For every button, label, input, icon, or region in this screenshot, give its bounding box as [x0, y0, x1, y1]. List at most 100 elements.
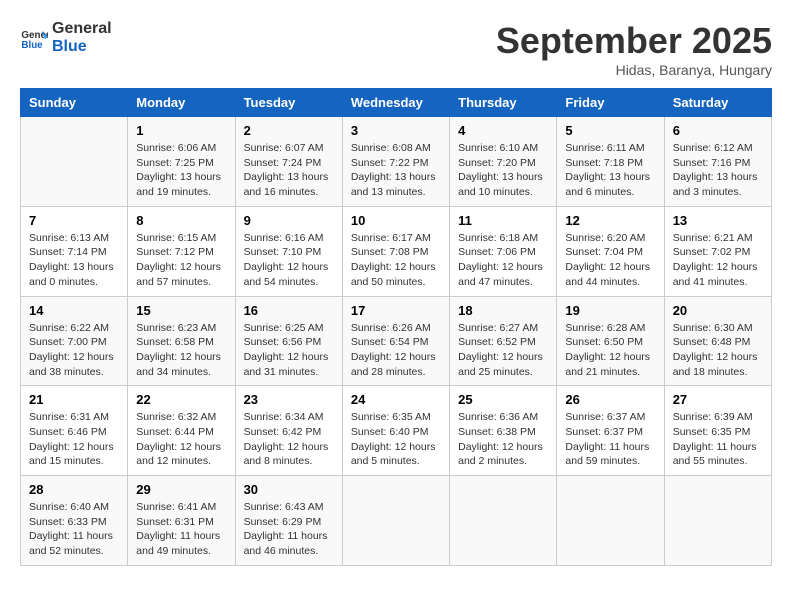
weekday-sunday: Sunday [21, 89, 128, 117]
day-info: Sunrise: 6:25 AMSunset: 6:56 PMDaylight:… [244, 321, 334, 380]
calendar-cell: 6 Sunrise: 6:12 AMSunset: 7:16 PMDaylight… [664, 117, 771, 207]
day-info: Sunrise: 6:28 AMSunset: 6:50 PMDaylight:… [565, 321, 655, 380]
weekday-wednesday: Wednesday [342, 89, 449, 117]
calendar-cell: 5 Sunrise: 6:11 AMSunset: 7:18 PMDaylight… [557, 117, 664, 207]
calendar-cell: 13Sunrise: 6:21 AMSunset: 7:02 PMDayligh… [664, 206, 771, 296]
day-number: 20 [673, 303, 763, 318]
day-info: Sunrise: 6:17 AMSunset: 7:08 PMDaylight:… [351, 231, 441, 290]
calendar-cell: 20Sunrise: 6:30 AMSunset: 6:48 PMDayligh… [664, 296, 771, 386]
day-number: 9 [244, 213, 334, 228]
day-info: Sunrise: 6:23 AMSunset: 6:58 PMDaylight:… [136, 321, 226, 380]
title-block: September 2025 Hidas, Baranya, Hungary [496, 20, 772, 78]
day-number: 26 [565, 392, 655, 407]
calendar-cell [342, 476, 449, 566]
day-info: Sunrise: 6:27 AMSunset: 6:52 PMDaylight:… [458, 321, 548, 380]
calendar-cell: 18 Sunrise: 6:27 AMSunset: 6:52 PMDayligh… [450, 296, 557, 386]
calendar-cell [557, 476, 664, 566]
calendar-cell: 2 Sunrise: 6:07 AMSunset: 7:24 PMDaylight… [235, 117, 342, 207]
day-number: 18 [458, 303, 548, 318]
calendar-cell: 14Sunrise: 6:22 AMSunset: 7:00 PMDayligh… [21, 296, 128, 386]
calendar-cell [450, 476, 557, 566]
location-subtitle: Hidas, Baranya, Hungary [496, 62, 772, 78]
day-number: 17 [351, 303, 441, 318]
day-info: Sunrise: 6:37 AMSunset: 6:37 PMDaylight:… [565, 410, 655, 469]
day-info: Sunrise: 6:20 AMSunset: 7:04 PMDaylight:… [565, 231, 655, 290]
day-info: Sunrise: 6:08 AMSunset: 7:22 PMDaylight:… [351, 141, 441, 200]
day-number: 28 [29, 482, 119, 497]
calendar-cell: 27Sunrise: 6:39 AMSunset: 6:35 PMDayligh… [664, 386, 771, 476]
calendar-cell: 10Sunrise: 6:17 AMSunset: 7:08 PMDayligh… [342, 206, 449, 296]
calendar-week-3: 14Sunrise: 6:22 AMSunset: 7:00 PMDayligh… [21, 296, 772, 386]
day-info: Sunrise: 6:18 AMSunset: 7:06 PMDaylight:… [458, 231, 548, 290]
calendar-cell: 11 Sunrise: 6:18 AMSunset: 7:06 PMDayligh… [450, 206, 557, 296]
day-number: 6 [673, 123, 763, 138]
day-info: Sunrise: 6:36 AMSunset: 6:38 PMDaylight:… [458, 410, 548, 469]
svg-text:Blue: Blue [21, 39, 43, 50]
calendar-table: SundayMondayTuesdayWednesdayThursdayFrid… [20, 88, 772, 566]
logo-general: General [52, 20, 112, 38]
day-number: 5 [565, 123, 655, 138]
calendar-cell: 16 Sunrise: 6:25 AMSunset: 6:56 PMDayligh… [235, 296, 342, 386]
day-number: 21 [29, 392, 119, 407]
weekday-friday: Friday [557, 89, 664, 117]
day-info: Sunrise: 6:34 AMSunset: 6:42 PMDaylight:… [244, 410, 334, 469]
calendar-cell [664, 476, 771, 566]
logo-icon: General Blue [20, 24, 48, 52]
day-info: Sunrise: 6:22 AMSunset: 7:00 PMDaylight:… [29, 321, 119, 380]
logo-blue: Blue [52, 38, 112, 56]
calendar-cell: 28Sunrise: 6:40 AMSunset: 6:33 PMDayligh… [21, 476, 128, 566]
day-number: 23 [244, 392, 334, 407]
day-number: 15 [136, 303, 226, 318]
page-header: General Blue General Blue September 2025… [20, 20, 772, 78]
day-info: Sunrise: 6:26 AMSunset: 6:54 PMDaylight:… [351, 321, 441, 380]
calendar-cell: 25 Sunrise: 6:36 AMSunset: 6:38 PMDayligh… [450, 386, 557, 476]
day-info: Sunrise: 6:41 AMSunset: 6:31 PMDaylight:… [136, 500, 226, 559]
calendar-cell: 7 Sunrise: 6:13 AMSunset: 7:14 PMDaylight… [21, 206, 128, 296]
calendar-cell: 17 Sunrise: 6:26 AMSunset: 6:54 PMDayligh… [342, 296, 449, 386]
day-number: 11 [458, 213, 548, 228]
calendar-cell: 29 Sunrise: 6:41 AMSunset: 6:31 PMDayligh… [128, 476, 235, 566]
day-info: Sunrise: 6:31 AMSunset: 6:46 PMDaylight:… [29, 410, 119, 469]
calendar-cell: 21 Sunrise: 6:31 AMSunset: 6:46 PMDayligh… [21, 386, 128, 476]
calendar-cell: 3 Sunrise: 6:08 AMSunset: 7:22 PMDaylight… [342, 117, 449, 207]
day-number: 8 [136, 213, 226, 228]
day-info: Sunrise: 6:06 AMSunset: 7:25 PMDaylight:… [136, 141, 226, 200]
day-info: Sunrise: 6:11 AMSunset: 7:18 PMDaylight:… [565, 141, 655, 200]
calendar-cell: 26 Sunrise: 6:37 AMSunset: 6:37 PMDayligh… [557, 386, 664, 476]
weekday-tuesday: Tuesday [235, 89, 342, 117]
calendar-week-1: 1Sunrise: 6:06 AMSunset: 7:25 PMDaylight… [21, 117, 772, 207]
day-number: 25 [458, 392, 548, 407]
weekday-monday: Monday [128, 89, 235, 117]
weekday-header-row: SundayMondayTuesdayWednesdayThursdayFrid… [21, 89, 772, 117]
day-number: 19 [565, 303, 655, 318]
month-title: September 2025 [496, 20, 772, 62]
calendar-cell: 19 Sunrise: 6:28 AMSunset: 6:50 PMDayligh… [557, 296, 664, 386]
calendar-cell: 30Sunrise: 6:43 AMSunset: 6:29 PMDayligh… [235, 476, 342, 566]
day-info: Sunrise: 6:15 AMSunset: 7:12 PMDaylight:… [136, 231, 226, 290]
day-info: Sunrise: 6:39 AMSunset: 6:35 PMDaylight:… [673, 410, 763, 469]
logo: General Blue General Blue [20, 20, 112, 55]
calendar-cell: 4Sunrise: 6:10 AMSunset: 7:20 PMDaylight… [450, 117, 557, 207]
day-info: Sunrise: 6:43 AMSunset: 6:29 PMDaylight:… [244, 500, 334, 559]
day-number: 16 [244, 303, 334, 318]
day-number: 7 [29, 213, 119, 228]
day-number: 2 [244, 123, 334, 138]
day-info: Sunrise: 6:07 AMSunset: 7:24 PMDaylight:… [244, 141, 334, 200]
day-info: Sunrise: 6:12 AMSunset: 7:16 PMDaylight:… [673, 141, 763, 200]
calendar-cell: 9Sunrise: 6:16 AMSunset: 7:10 PMDaylight… [235, 206, 342, 296]
day-number: 13 [673, 213, 763, 228]
calendar-cell: 1Sunrise: 6:06 AMSunset: 7:25 PMDaylight… [128, 117, 235, 207]
calendar-cell: 22Sunrise: 6:32 AMSunset: 6:44 PMDayligh… [128, 386, 235, 476]
day-number: 4 [458, 123, 548, 138]
day-info: Sunrise: 6:35 AMSunset: 6:40 PMDaylight:… [351, 410, 441, 469]
day-number: 3 [351, 123, 441, 138]
day-number: 29 [136, 482, 226, 497]
calendar-header: SundayMondayTuesdayWednesdayThursdayFrid… [21, 89, 772, 117]
day-info: Sunrise: 6:32 AMSunset: 6:44 PMDaylight:… [136, 410, 226, 469]
day-number: 12 [565, 213, 655, 228]
weekday-saturday: Saturday [664, 89, 771, 117]
day-info: Sunrise: 6:13 AMSunset: 7:14 PMDaylight:… [29, 231, 119, 290]
day-number: 24 [351, 392, 441, 407]
calendar-cell: 15 Sunrise: 6:23 AMSunset: 6:58 PMDayligh… [128, 296, 235, 386]
calendar-cell: 12 Sunrise: 6:20 AMSunset: 7:04 PMDayligh… [557, 206, 664, 296]
